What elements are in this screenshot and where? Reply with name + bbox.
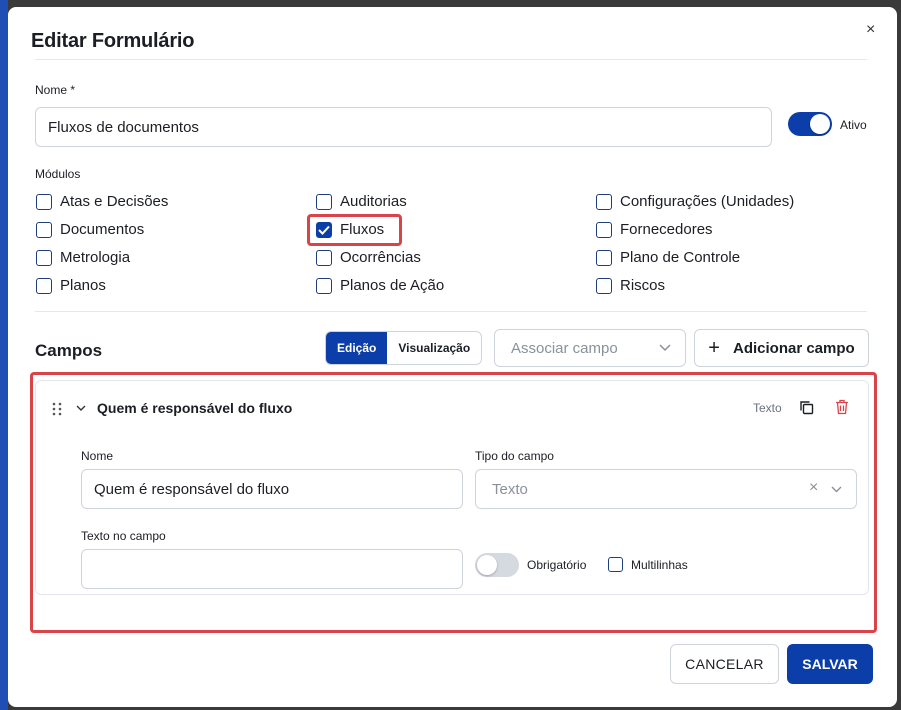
module-checkbox-configuracoes[interactable]: Configurações (Unidades) xyxy=(596,193,794,210)
checkbox-icon[interactable] xyxy=(596,193,612,210)
cancel-button[interactable]: CANCELAR xyxy=(670,644,779,684)
fields-section-title: Campos xyxy=(35,341,103,360)
module-label: Plano de Controle xyxy=(620,249,741,266)
close-icon[interactable]: × xyxy=(866,22,880,38)
module-label: Documentos xyxy=(60,221,145,238)
module-checkbox-riscos[interactable]: Riscos xyxy=(596,277,665,294)
edit-form-dialog: Editar Formulário × Nome * Fluxos de doc… xyxy=(8,7,897,707)
module-checkbox-fornecedores[interactable]: Fornecedores xyxy=(596,221,713,238)
modules-label: Módulos xyxy=(35,167,81,181)
active-label: Ativo xyxy=(840,118,867,132)
name-input[interactable]: Fluxos de documentos xyxy=(35,107,772,147)
checkbox-icon[interactable] xyxy=(36,221,52,238)
view-mode-toggle: Edição Visualização xyxy=(325,331,483,365)
module-checkbox-ocorrencias[interactable]: Ocorrências xyxy=(316,249,421,266)
module-label: Ocorrências xyxy=(340,249,421,266)
divider xyxy=(35,311,867,312)
checkbox-icon[interactable] xyxy=(316,193,332,210)
module-label: Atas e Decisões xyxy=(60,193,169,210)
mode-edit-button[interactable]: Edição xyxy=(326,332,388,364)
module-label: Riscos xyxy=(620,277,666,294)
add-field-label: Adicionar campo xyxy=(732,339,855,357)
checkbox-icon[interactable] xyxy=(596,221,612,238)
associate-field-select[interactable]: Associar campo xyxy=(494,329,686,367)
background-strip xyxy=(0,0,8,710)
mode-view-button[interactable]: Visualização xyxy=(387,332,481,364)
divider xyxy=(35,59,867,60)
module-checkbox-plano-controle[interactable]: Plano de Controle xyxy=(596,249,740,266)
dialog-title: Editar Formulário xyxy=(31,30,195,52)
module-checkbox-metrologia[interactable]: Metrologia xyxy=(36,249,130,266)
add-field-button[interactable]: + Adicionar campo xyxy=(694,329,869,367)
module-checkbox-auditorias[interactable]: Auditorias xyxy=(316,193,407,210)
module-label: Auditorias xyxy=(340,193,407,210)
module-label: Metrologia xyxy=(60,249,131,266)
module-checkbox-planos[interactable]: Planos xyxy=(36,277,106,294)
module-checkbox-planos-acao[interactable]: Planos de Ação xyxy=(316,277,444,294)
checkbox-icon[interactable] xyxy=(36,249,52,266)
checkbox-icon[interactable] xyxy=(36,193,52,210)
module-checkbox-documentos[interactable]: Documentos xyxy=(36,221,144,238)
chevron-down-icon xyxy=(659,344,671,352)
checkbox-icon[interactable] xyxy=(36,277,52,294)
plus-icon: + xyxy=(708,336,720,359)
fluxos-highlight xyxy=(307,214,402,246)
save-button[interactable]: SALVAR xyxy=(787,644,873,684)
field-card-highlight xyxy=(30,372,877,633)
checkbox-icon[interactable] xyxy=(316,249,332,266)
checkbox-icon[interactable] xyxy=(316,277,332,294)
associate-field-placeholder: Associar campo xyxy=(511,339,618,357)
active-toggle[interactable] xyxy=(788,112,832,136)
checkbox-icon[interactable] xyxy=(596,249,612,266)
module-label: Fornecedores xyxy=(620,221,713,238)
module-checkbox-atas[interactable]: Atas e Decisões xyxy=(36,193,168,210)
module-label: Planos de Ação xyxy=(340,277,445,294)
toggle-knob xyxy=(810,114,830,134)
name-label: Nome * xyxy=(35,83,76,97)
module-label: Planos xyxy=(60,277,106,294)
module-label: Configurações (Unidades) xyxy=(620,193,795,210)
checkbox-icon[interactable] xyxy=(596,277,612,294)
